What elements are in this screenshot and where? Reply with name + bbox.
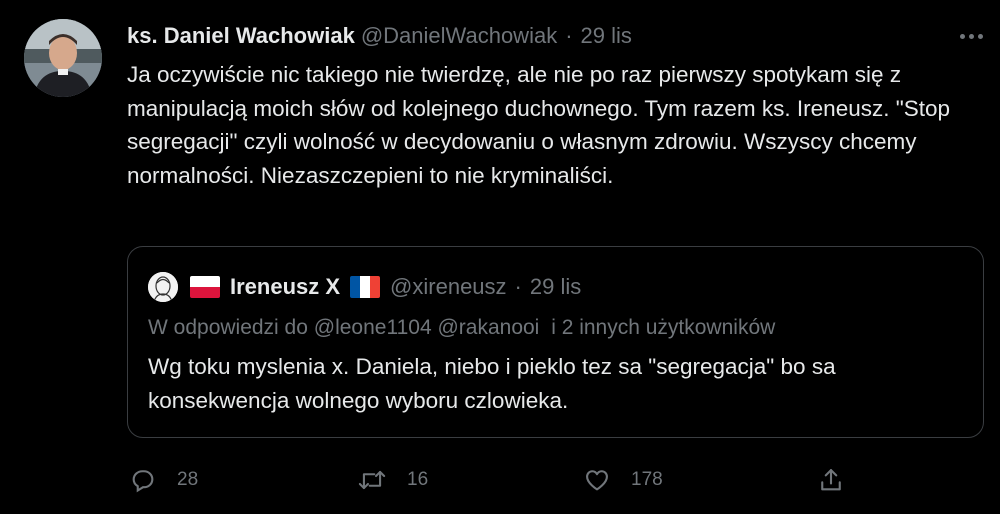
quoted-author-avatar <box>148 272 178 302</box>
quoted-author-handle: @xireneusz <box>390 274 507 299</box>
quoted-header-separator: · <box>514 274 522 299</box>
poland-flag-icon <box>190 276 220 298</box>
tweet-actions: 28 16 178 <box>127 460 987 500</box>
reply-prefix: W odpowiedzi do <box>148 316 308 339</box>
tweet-header: ks. Daniel Wachowiak @DanielWachowiak · … <box>127 20 632 52</box>
author-display-name[interactable]: ks. Daniel Wachowiak <box>127 23 355 49</box>
header-separator: · <box>565 23 573 48</box>
author-avatar[interactable] <box>24 19 102 97</box>
like-count: 178 <box>631 469 663 490</box>
tweet[interactable]: ks. Daniel Wachowiak @DanielWachowiak · … <box>0 0 1000 514</box>
retweet-button[interactable]: 16 <box>357 460 428 500</box>
quoted-author-display-name: Ireneusz X <box>230 274 341 299</box>
quoted-reply-context: W odpowiedzi do @leone1104 @rakanooi i 2… <box>148 313 775 343</box>
france-flag-icon <box>350 276 381 298</box>
reply-suffix: i 2 innych użytkowników <box>551 316 776 339</box>
share-button[interactable] <box>817 460 845 500</box>
tweet-date[interactable]: 29 lis <box>581 23 632 49</box>
reply-count: 28 <box>177 469 199 490</box>
quoted-tweet-header: Ireneusz X @xireneusz · 29 lis <box>148 271 581 303</box>
share-icon <box>817 466 845 494</box>
quoted-tweet-text: Wg toku myslenia x. Daniela, niebo i pie… <box>148 354 836 413</box>
more-horizontal-icon <box>958 33 985 39</box>
like-button[interactable]: 178 <box>583 460 663 500</box>
quoted-tweet-date: 29 lis <box>529 274 582 299</box>
heart-icon <box>583 466 611 494</box>
reply-button[interactable]: 28 <box>129 460 198 500</box>
tweet-text: Ja oczywiście nic takiego nie twierdzę, … <box>127 62 950 188</box>
more-options-button[interactable] <box>955 22 987 50</box>
quoted-tweet[interactable]: Ireneusz X @xireneusz · 29 lis W odpowie… <box>127 246 984 438</box>
retweet-count: 16 <box>407 469 429 490</box>
retweet-icon <box>357 466 387 494</box>
reply-mention: @leone1104 <box>313 316 432 339</box>
reply-mention: @rakanooi <box>437 316 540 339</box>
reply-bubble-icon <box>129 466 157 494</box>
author-handle[interactable]: @DanielWachowiak <box>361 23 557 49</box>
